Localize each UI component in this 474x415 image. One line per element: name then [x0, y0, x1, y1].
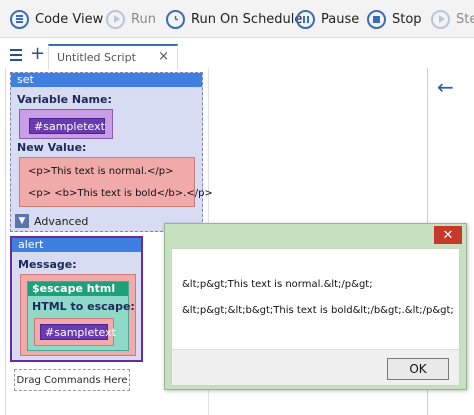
escape-html-header: $escape html	[28, 282, 128, 296]
tab-strip: + Untitled Script ×	[0, 44, 180, 70]
ok-button[interactable]: OK	[387, 358, 449, 380]
tab-untitled-script[interactable]: Untitled Script ×	[48, 44, 178, 70]
escape-html-block[interactable]: $escape html HTML to escape: #sampletext	[27, 281, 135, 351]
stop-icon	[367, 9, 386, 29]
variable-name-slot[interactable]: #sampletext	[19, 109, 113, 139]
clock-icon	[166, 9, 185, 29]
chevron-down-icon[interactable]: ▼	[15, 214, 29, 228]
pause-icon	[296, 9, 315, 29]
step-icon	[431, 9, 450, 29]
play-icon	[106, 9, 125, 29]
close-icon[interactable]: ×	[158, 49, 169, 64]
alert-command-block[interactable]: alert Message: $escape html HTML to esca…	[10, 236, 143, 362]
arrow-left-icon[interactable]: ←	[437, 75, 454, 99]
dialog-body: &lt;p&gt;This text is normal.&lt;/p&gt; …	[171, 248, 460, 386]
run-label: Run	[131, 11, 156, 27]
editor-left-border	[5, 68, 6, 415]
drag-commands-placeholder[interactable]: Drag Commands Here	[14, 369, 130, 391]
message-label: Message:	[18, 258, 77, 271]
advanced-label: Advanced	[34, 214, 89, 228]
code-view-label: Code View	[35, 11, 104, 27]
pause-button[interactable]: Pause	[296, 6, 359, 32]
html-to-escape-slot[interactable]: #sampletext	[34, 318, 116, 346]
escape-variable-chip[interactable]: #sampletext	[40, 324, 116, 340]
new-value-label: New Value:	[17, 141, 87, 154]
code-view-button[interactable]: Code View	[10, 6, 103, 32]
new-value-line-1: <p>This text is normal.</p>	[28, 166, 174, 177]
run-on-schedule-button[interactable]: Run On Schedule	[166, 6, 302, 32]
dialog-footer: OK	[172, 349, 459, 385]
tab-title: Untitled Script	[57, 51, 136, 64]
list-icon	[10, 9, 29, 29]
set-block-header: set	[11, 73, 202, 87]
toolbar: Code View Run Run On Schedule Pause Stop…	[0, 0, 474, 38]
plus-icon[interactable]: +	[30, 44, 45, 64]
dialog-message-line-2: &lt;p&gt;&lt;b&gt;This text is bold&lt;/…	[182, 305, 454, 316]
step-button[interactable]: Ste	[431, 6, 474, 32]
html-to-escape-label: HTML to escape:	[32, 300, 135, 313]
variable-chip[interactable]: #sampletext	[29, 118, 105, 134]
run-button[interactable]: Run	[106, 6, 156, 32]
run-on-schedule-label: Run On Schedule	[191, 11, 303, 27]
close-icon[interactable]: ✕	[434, 226, 462, 244]
stop-button[interactable]: Stop	[367, 6, 422, 32]
step-label: Ste	[456, 11, 474, 27]
alert-dialog: ✕ &lt;p&gt;This text is normal.&lt;/p&gt…	[164, 223, 467, 390]
advanced-toggle[interactable]: ▼ Advanced	[15, 213, 88, 229]
stop-label: Stop	[392, 11, 422, 27]
pause-label: Pause	[321, 11, 360, 27]
dialog-message-line-1: &lt;p&gt;This text is normal.&lt;/p&gt;	[182, 279, 373, 290]
hamburger-icon[interactable]	[10, 49, 22, 61]
message-slot[interactable]: $escape html HTML to escape: #sampletext	[20, 274, 136, 356]
alert-block-header: alert	[12, 238, 141, 252]
new-value-line-2: <p> <b>This text is bold</b>.</p>	[28, 188, 213, 199]
new-value-field[interactable]: <p>This text is normal.</p> <p> <b>This …	[19, 157, 213, 207]
set-command-block[interactable]: set Variable Name: #sampletext New Value…	[10, 72, 213, 232]
variable-name-label: Variable Name:	[17, 93, 112, 106]
